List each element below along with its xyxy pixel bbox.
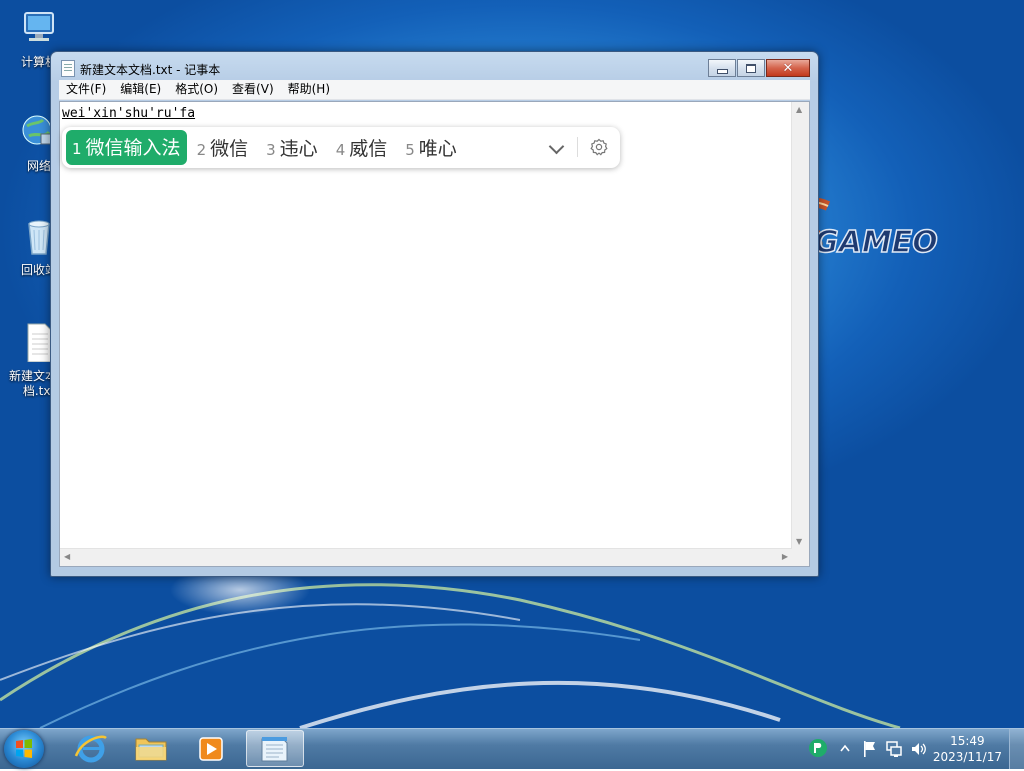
scroll-down-icon[interactable]: ▼ xyxy=(796,537,802,546)
minimize-button[interactable] xyxy=(708,59,736,77)
volume-speaker-icon[interactable] xyxy=(910,740,928,758)
ime-candidate[interactable]: 2 微信 xyxy=(197,134,249,161)
scrollbar-corner xyxy=(792,549,809,566)
title-bar[interactable]: 新建文本文档.txt - 记事本 ✕ xyxy=(51,52,818,80)
wechat-ime-tray-icon[interactable] xyxy=(808,738,828,758)
notepad-icon xyxy=(261,737,288,762)
computer-icon xyxy=(24,12,54,41)
watermark-text: GAMEO xyxy=(814,225,938,260)
candidate-number: 3 xyxy=(266,141,276,159)
scroll-left-icon[interactable]: ◀ xyxy=(64,552,70,561)
start-button[interactable] xyxy=(4,730,44,768)
expand-candidates-chevron-icon[interactable] xyxy=(548,138,565,155)
close-button[interactable]: ✕ xyxy=(766,59,810,77)
scroll-up-icon[interactable]: ▲ xyxy=(796,105,802,114)
ime-candidate[interactable]: 4 威信 xyxy=(336,134,388,161)
vertical-scrollbar[interactable]: ▲ ▼ xyxy=(791,102,809,549)
menu-view[interactable]: 查看(V) xyxy=(225,80,281,99)
candidate-text: 微信 xyxy=(210,138,249,160)
text-editor[interactable]: wei'xin'shu'ru'fa ▲ ▼ ◀ ▶ xyxy=(59,101,810,567)
menu-format[interactable]: 格式(O) xyxy=(168,80,225,99)
taskbar-media-player[interactable] xyxy=(184,730,238,767)
candidate-text: 威信 xyxy=(349,138,388,160)
menu-edit[interactable]: 编辑(E) xyxy=(113,80,168,99)
taskbar: 15:49 2023/11/17 xyxy=(0,728,1024,769)
clock-date: 2023/11/17 xyxy=(932,750,1002,764)
minimize-icon xyxy=(716,68,728,74)
menu-bar: 文件(F) 编辑(E) 格式(O) 查看(V) 帮助(H) xyxy=(59,80,810,100)
show-hidden-icons-chevron-icon[interactable] xyxy=(839,743,851,753)
candidate-text: 违心 xyxy=(279,138,318,160)
show-desktop-button[interactable] xyxy=(1009,729,1024,769)
windows-logo-icon xyxy=(16,739,32,758)
candidate-number: 2 xyxy=(196,141,207,159)
folder-icon xyxy=(135,738,167,761)
candidate-text: 微信输入法 xyxy=(85,137,181,159)
action-center-flag-icon[interactable] xyxy=(861,740,877,758)
window-title: 新建文本文档.txt - 记事本 xyxy=(80,63,221,77)
taskbar-internet-explorer[interactable] xyxy=(64,730,118,767)
taskbar-notepad[interactable] xyxy=(246,730,304,767)
candidate-text: 唯心 xyxy=(418,138,457,160)
settings-gear-icon[interactable] xyxy=(590,138,608,156)
clock-time: 15:49 xyxy=(950,734,985,748)
candidate-number: 4 xyxy=(335,141,346,159)
scroll-right-icon[interactable]: ▶ xyxy=(782,552,788,561)
internet-explorer-icon xyxy=(74,735,107,763)
maximize-button[interactable] xyxy=(737,59,765,77)
ime-candidate-bar: 1 微信输入法 2 微信 3 违心 4 威信 5 唯心 xyxy=(62,127,620,168)
close-icon: ✕ xyxy=(782,60,794,76)
taskbar-clock[interactable]: 15:49 2023/11/17 xyxy=(933,733,1002,765)
ime-candidate[interactable]: 5 唯心 xyxy=(405,134,457,161)
separator xyxy=(577,137,578,157)
maximize-icon xyxy=(746,63,756,73)
media-player-icon xyxy=(199,737,223,761)
taskbar-file-explorer[interactable] xyxy=(124,730,178,767)
network-tray-icon[interactable] xyxy=(885,740,903,758)
candidate-number: 5 xyxy=(405,141,415,159)
notepad-icon xyxy=(61,60,75,77)
menu-file[interactable]: 文件(F) xyxy=(59,80,113,99)
horizontal-scrollbar[interactable]: ◀ ▶ xyxy=(60,548,792,566)
candidate-number: 1 xyxy=(72,140,82,158)
menu-help[interactable]: 帮助(H) xyxy=(281,80,337,99)
ime-candidate[interactable]: 1 微信输入法 xyxy=(66,130,187,165)
composition-text: wei'xin'shu'ru'fa xyxy=(62,106,196,121)
ime-candidate[interactable]: 3 违心 xyxy=(266,134,318,161)
